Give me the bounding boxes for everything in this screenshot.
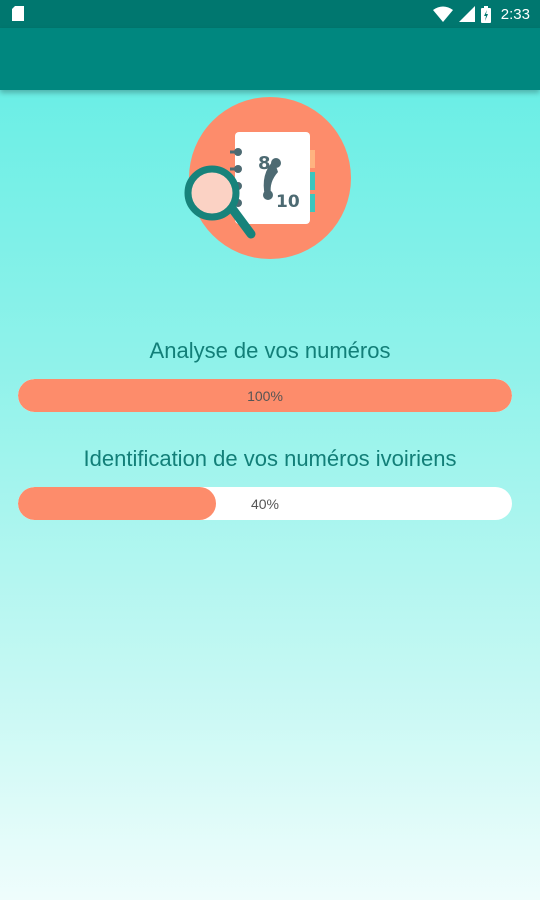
illustration-number-10: 10 <box>276 192 300 212</box>
battery-icon <box>480 5 491 23</box>
analysis-progress-bar: 100% <box>18 379 512 412</box>
analysis-progress-text: 100% <box>247 387 283 404</box>
phonebook-search-icon: 8 10 <box>184 97 351 259</box>
illustration-number-8: 8 <box>258 153 271 174</box>
signal-icon <box>458 6 475 22</box>
identification-progress-text: 40% <box>250 495 280 512</box>
status-bar: 2:33 <box>0 0 540 28</box>
status-icons: 2:33 <box>432 0 530 28</box>
identification-progress-bar: 40% <box>18 487 512 520</box>
app-bar <box>0 28 540 90</box>
status-time: 2:33 <box>500 5 530 23</box>
sd-card-icon <box>12 6 24 21</box>
analysis-label: Analyse de vos numéros <box>149 338 391 363</box>
wifi-icon <box>432 6 453 22</box>
identification-label: Identification de vos numéros ivoiriens <box>83 446 457 471</box>
